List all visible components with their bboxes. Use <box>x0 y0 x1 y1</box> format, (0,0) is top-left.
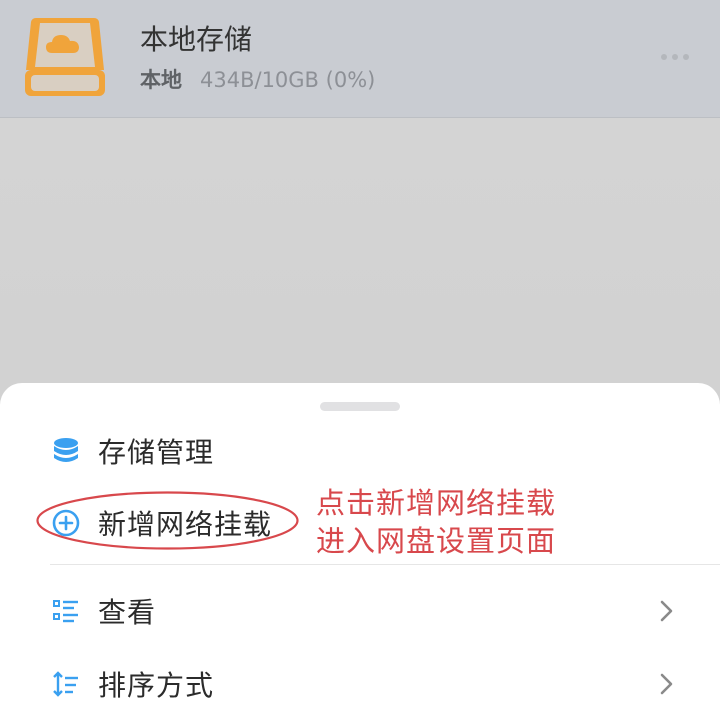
storage-usage: 434B/10GB (0%) <box>200 68 376 92</box>
list-view-icon <box>53 600 78 623</box>
sort-order-label: 排序方式 <box>98 669 215 702</box>
database-icon <box>54 438 78 462</box>
add-network-mount-label: 新增网络挂载 <box>98 508 273 541</box>
screen: 本地存储 本地 434B/10GB (0%) 存储管理 新增网络挂载 点击新增网… <box>0 0 720 720</box>
sort-icon <box>53 671 78 697</box>
sort-order-item[interactable]: 排序方式 <box>0 654 720 714</box>
plus-circle-icon <box>52 509 80 537</box>
storage-type-label: 本地 <box>140 68 182 92</box>
view-item[interactable]: 查看 <box>0 581 720 641</box>
annotation-line-1: 点击新增网络挂载 <box>316 486 557 520</box>
cloud-drive-icon <box>25 18 105 96</box>
storage-management-label: 存储管理 <box>98 436 215 469</box>
chevron-right-icon <box>660 600 673 622</box>
sheet-drag-handle[interactable] <box>320 402 400 411</box>
storage-management-item[interactable]: 存储管理 <box>0 421 720 481</box>
bottom-sheet: 存储管理 新增网络挂载 点击新增网络挂载 进入网盘设置页面 查看 排序方式 <box>0 383 720 720</box>
more-options-icon[interactable] <box>660 49 690 65</box>
annotation-line-2: 进入网盘设置页面 <box>316 524 557 558</box>
annotation-callout: 点击新增网络挂载 进入网盘设置页面 <box>316 484 556 560</box>
storage-name: 本地存储 <box>140 23 253 56</box>
storage-list-item-local[interactable]: 本地存储 本地 434B/10GB (0%) <box>0 0 720 118</box>
storage-details: 本地 434B/10GB (0%) <box>140 64 375 94</box>
chevron-right-icon <box>660 673 673 695</box>
divider <box>50 564 720 565</box>
view-label: 查看 <box>98 596 157 629</box>
